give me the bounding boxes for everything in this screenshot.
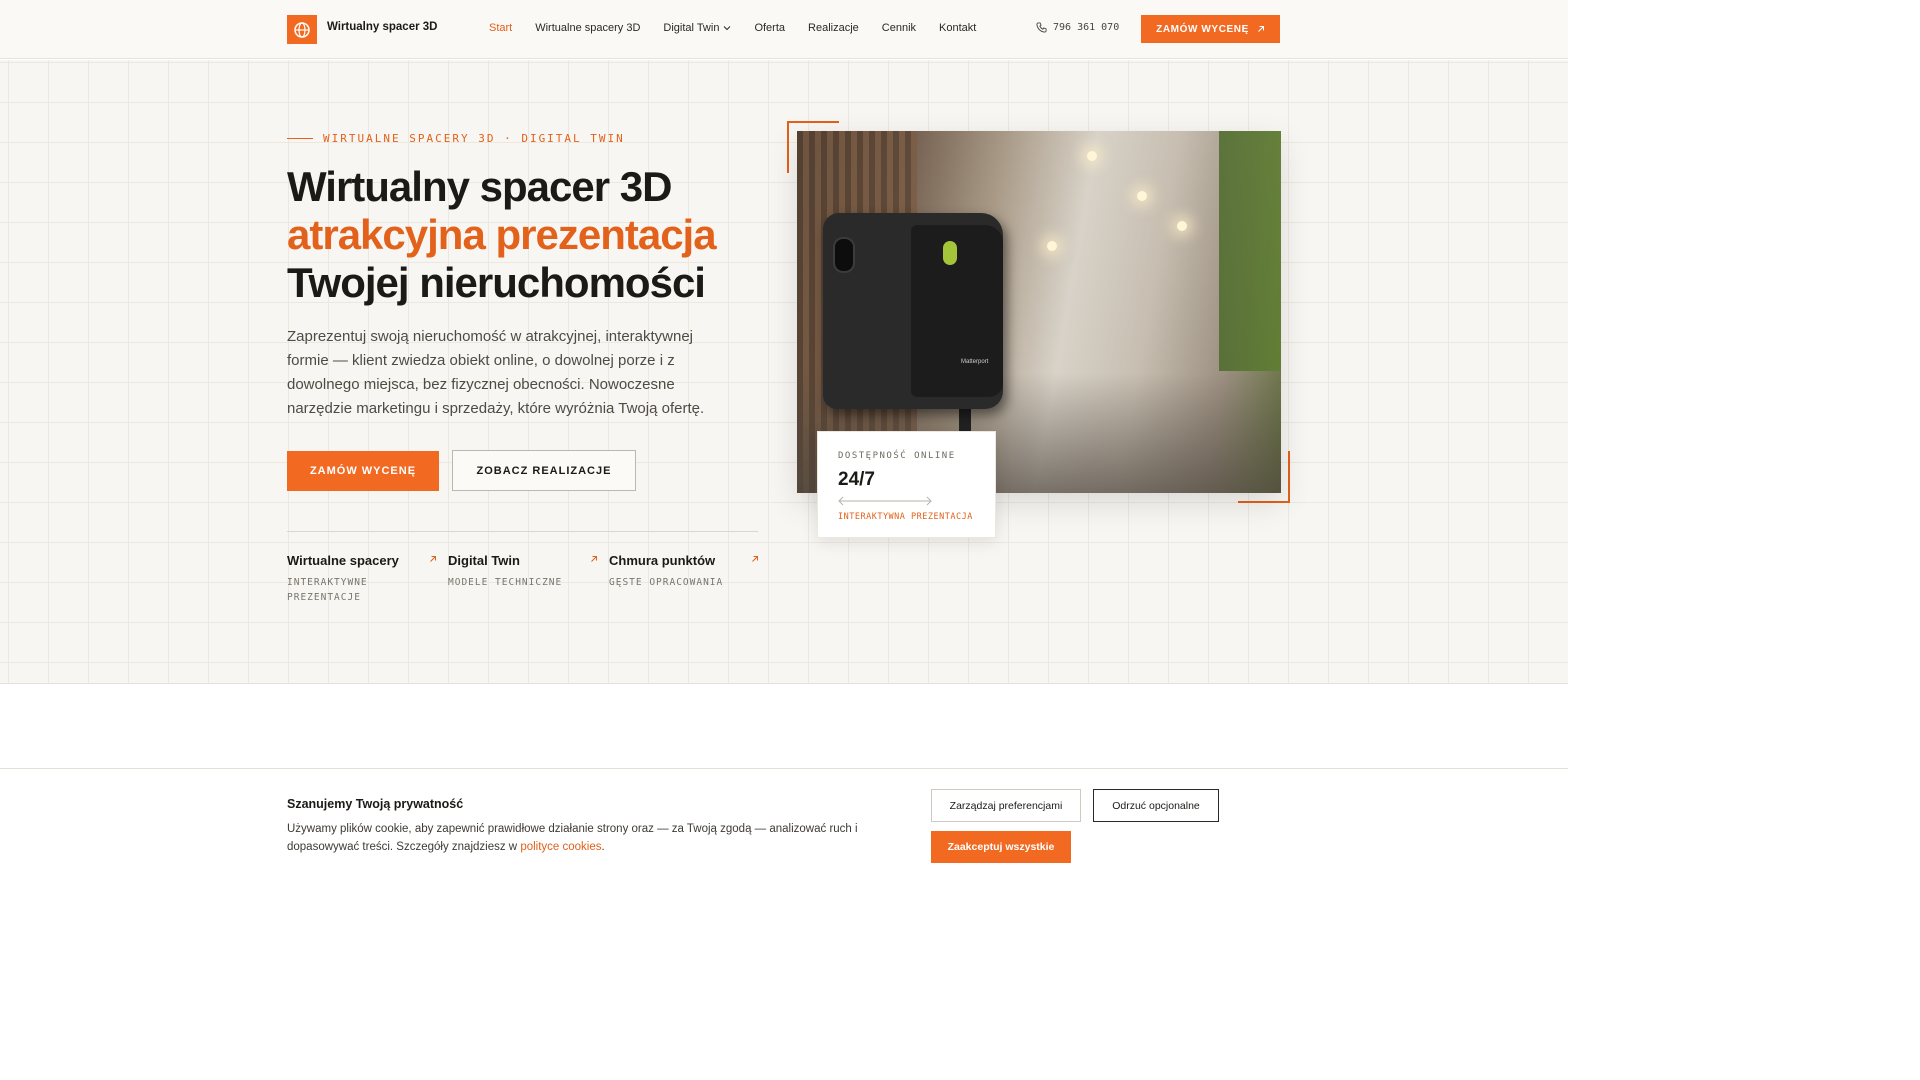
order-quote-button[interactable]: ZAMÓW WYCENĘ: [287, 451, 439, 491]
nav-item-realizacje[interactable]: Realizacje: [808, 22, 859, 34]
phone-icon: [1036, 22, 1047, 33]
feature-subtitle: MODELE TECHNICZNE: [448, 577, 563, 588]
availability-label: DOSTĘPNOŚĆ ONLINE: [838, 451, 956, 461]
nav-item-digital-twin-label: Digital Twin: [663, 22, 720, 34]
availability-value: 24/7: [838, 469, 875, 490]
nav-item-start[interactable]: Start: [489, 22, 512, 34]
nav-item-kontakt[interactable]: Kontakt: [939, 22, 976, 34]
hero-title-accent: atrakcyjna prezentacja: [287, 211, 717, 258]
reject-optional-button[interactable]: Odrzuć opcjonalne: [1093, 789, 1219, 822]
feature-point-cloud[interactable]: Chmura punktów GĘSTE OPRACOWANIA: [609, 553, 759, 590]
eyebrow-line: [287, 138, 313, 139]
manage-preferences-button[interactable]: Zarządzaj preferencjami: [931, 789, 1081, 822]
hero-title: Wirtualny spacer 3D atrakcyjna prezentac…: [287, 163, 717, 307]
hero-title-line3: Twojej nieruchomości: [287, 259, 706, 306]
phone-link[interactable]: 796 361 070: [1036, 22, 1119, 33]
feature-title: Digital Twin: [448, 553, 520, 568]
feature-virtual-tours[interactable]: Wirtualne spacery INTERAKTYWNE PREZENTAC…: [287, 553, 437, 605]
feature-title: Chmura punktów: [609, 553, 716, 568]
order-quote-button-header[interactable]: ZAMÓW WYCENĘ: [1141, 15, 1280, 43]
double-arrow-icon: [838, 496, 932, 506]
nav-item-cennik[interactable]: Cennik: [882, 22, 916, 34]
hero-title-line1: Wirtualny spacer 3D: [287, 163, 672, 210]
cookie-text: Używamy plików cookie, aby zapewnić praw…: [287, 820, 907, 856]
arrow-up-right-icon: [752, 556, 758, 562]
eyebrow-text: WIRTUALNE SPACERY 3D · DIGITAL TWIN: [323, 132, 625, 145]
feature-title: Wirtualne spacery: [287, 553, 399, 568]
cookie-policy-link[interactable]: polityce cookies: [520, 841, 601, 853]
nav-item-digital-twin[interactable]: Digital Twin: [663, 22, 731, 34]
arrow-up-right-icon: [430, 556, 436, 562]
cookie-title: Szanujemy Twoją prywatność: [287, 797, 464, 811]
phone-number: 796 361 070: [1053, 22, 1120, 33]
see-realizations-button[interactable]: ZOBACZ REALIZACJE: [452, 450, 636, 491]
site-header: Wirtualny spacer 3D Start Wirtualne spac…: [0, 0, 1568, 59]
feature-subtitle: GĘSTE OPRACOWANIA: [609, 577, 724, 588]
nav-item-wirtualne-spacery[interactable]: Wirtualne spacery 3D: [535, 22, 640, 34]
cookie-text-end: .: [601, 841, 605, 853]
brand-name[interactable]: Wirtualny spacer 3D: [327, 21, 437, 33]
availability-card: DOSTĘPNOŚĆ ONLINE 24/7 INTERAKTYWNA PREZ…: [817, 431, 996, 538]
accept-all-button[interactable]: Zaakceptuj wszystkie: [931, 831, 1071, 863]
feature-digital-twin[interactable]: Digital Twin MODELE TECHNICZNE: [448, 553, 598, 590]
arrow-up-right-icon: [591, 556, 597, 562]
cookie-banner: Szanujemy Twoją prywatność Używamy plikó…: [0, 768, 1568, 882]
hero-eyebrow: WIRTUALNE SPACERY 3D · DIGITAL TWIN: [287, 132, 625, 145]
hero-divider: [287, 531, 758, 532]
main-nav: Start Wirtualne spacery 3D Digital Twin …: [489, 22, 999, 34]
camera-brand-text: Matterport: [961, 359, 989, 365]
order-quote-label: ZAMÓW WYCENĘ: [1156, 23, 1249, 35]
logo-icon[interactable]: [287, 15, 317, 44]
hero-section: WIRTUALNE SPACERY 3D · DIGITAL TWIN Wirt…: [0, 60, 1568, 684]
nav-item-oferta[interactable]: Oferta: [754, 22, 785, 34]
arrow-up-right-icon: [1258, 26, 1264, 32]
availability-caption: INTERAKTYWNA PREZENTACJA: [838, 512, 973, 522]
camera-device: [823, 213, 1003, 409]
feature-subtitle: INTERAKTYWNE PREZENTACJE: [287, 577, 368, 603]
chevron-down-icon: [724, 26, 731, 31]
hero-lead: Zaprezentuj swoją nieruchomość w atrakcy…: [287, 328, 705, 417]
